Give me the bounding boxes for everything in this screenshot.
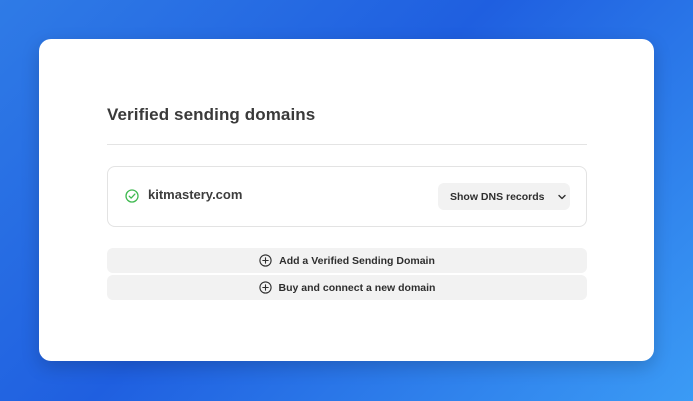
add-verified-domain-button[interactable]: Add a Verified Sending Domain — [107, 248, 587, 273]
plus-circle-icon — [258, 281, 272, 294]
check-circle-icon — [125, 189, 139, 203]
domain-name: kitmastery.com — [148, 187, 243, 202]
plus-circle-icon — [259, 254, 272, 267]
buy-connect-domain-label: Buy and connect a new domain — [278, 281, 436, 294]
settings-card: Verified sending domains kitmastery.com … — [39, 39, 654, 361]
show-dns-records-button[interactable]: Show DNS records — [438, 183, 570, 210]
section-title: Verified sending domains — [107, 105, 316, 124]
domain-row: kitmastery.com Show DNS records — [107, 166, 587, 227]
buy-connect-domain-button[interactable]: Buy and connect a new domain — [107, 275, 587, 300]
chevron-down-icon — [557, 194, 566, 199]
section-divider — [107, 144, 587, 145]
show-dns-records-label: Show DNS records — [450, 190, 545, 203]
add-verified-domain-label: Add a Verified Sending Domain — [279, 254, 435, 267]
